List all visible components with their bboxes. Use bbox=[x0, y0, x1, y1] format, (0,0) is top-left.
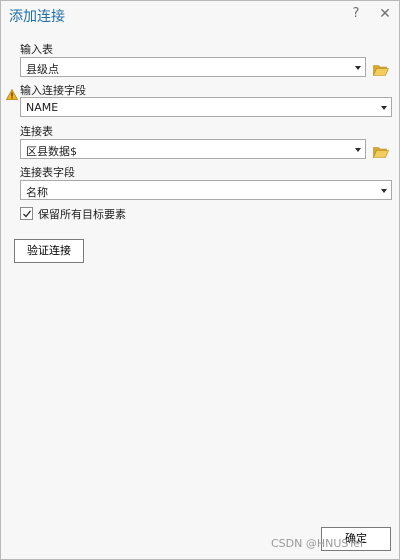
input-join-field-value: NAME bbox=[26, 101, 59, 114]
input-table-value: 县级点 bbox=[26, 63, 59, 76]
help-button[interactable]: ? bbox=[348, 6, 364, 22]
watermark: CSDN @HNUSTer bbox=[271, 537, 365, 550]
folder-open-icon[interactable] bbox=[373, 143, 389, 158]
join-table-field-label: 连接表字段 bbox=[20, 166, 75, 179]
join-table-field-value: 名称 bbox=[26, 186, 48, 199]
join-table-field-dropdown[interactable]: 名称 bbox=[20, 180, 392, 200]
input-table-label: 输入表 bbox=[20, 43, 53, 56]
input-join-field-dropdown[interactable]: NAME bbox=[20, 97, 392, 117]
chevron-down-icon bbox=[355, 66, 361, 70]
warning-icon bbox=[5, 85, 19, 100]
chevron-down-icon bbox=[355, 148, 361, 152]
join-table-dropdown[interactable]: 区县数据$ bbox=[20, 139, 366, 159]
keep-all-label: 保留所有目标要素 bbox=[38, 208, 126, 221]
validate-join-button[interactable]: 验证连接 bbox=[14, 239, 84, 263]
close-button[interactable]: ✕ bbox=[377, 6, 393, 22]
add-join-dialog: 添加连接 ? ✕ 输入表 县级点 输入连接字段 NAME 连接表 区县数据$ 连… bbox=[0, 0, 400, 560]
join-table-value: 区县数据$ bbox=[26, 145, 77, 158]
input-join-field-label: 输入连接字段 bbox=[20, 84, 86, 97]
input-table-dropdown[interactable]: 县级点 bbox=[20, 57, 366, 77]
title-bar: 添加连接 ? ✕ bbox=[1, 1, 399, 29]
keep-all-checkbox[interactable] bbox=[20, 207, 33, 220]
join-table-label: 连接表 bbox=[20, 125, 53, 138]
dialog-title: 添加连接 bbox=[9, 9, 65, 25]
folder-open-icon[interactable] bbox=[373, 61, 389, 76]
chevron-down-icon bbox=[381, 106, 387, 110]
chevron-down-icon bbox=[381, 189, 387, 193]
checkmark-icon bbox=[23, 210, 32, 218]
